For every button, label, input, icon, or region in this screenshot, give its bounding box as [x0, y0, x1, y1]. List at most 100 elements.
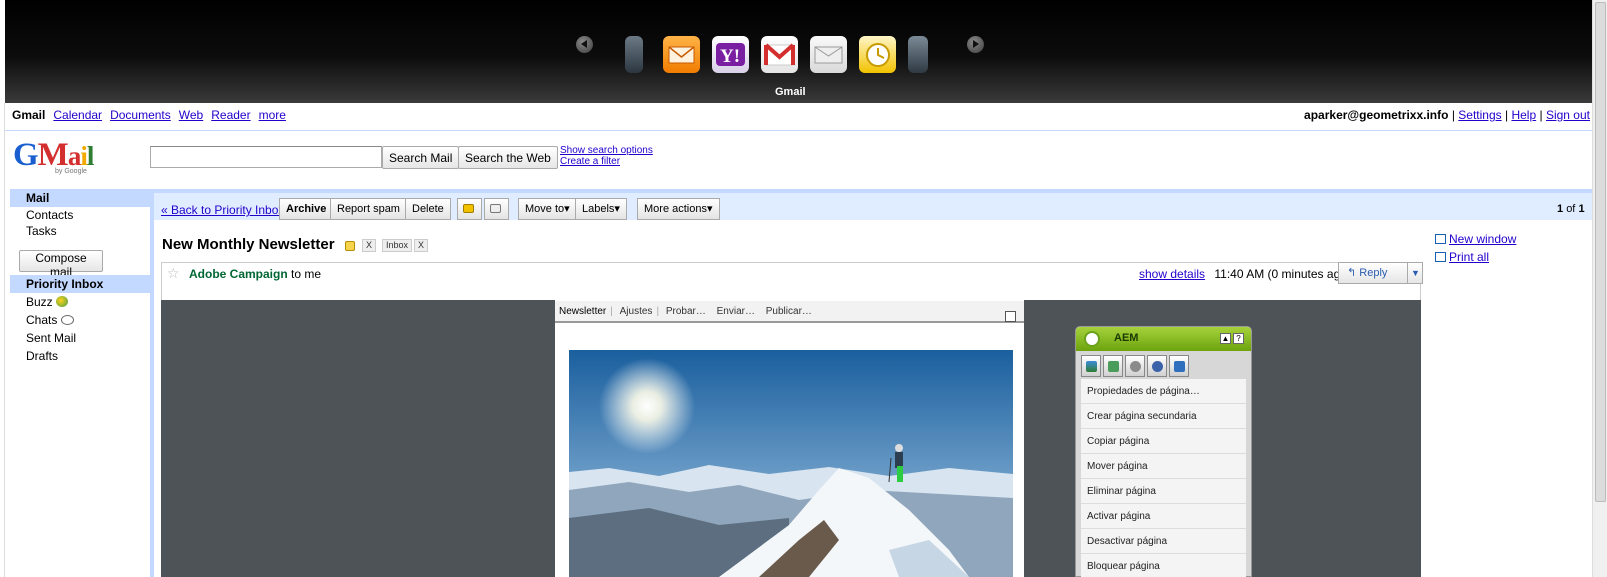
scrollbar-thumb[interactable] [1595, 2, 1606, 502]
reply-button[interactable]: ↰ Reply ▼ [1338, 262, 1423, 284]
page-icon [1086, 361, 1097, 372]
print-all-item[interactable]: Print all [1435, 248, 1516, 266]
vertical-scrollbar[interactable] [1592, 0, 1607, 577]
user-email: aparker@geometrixx.info [1304, 108, 1449, 122]
aem-item-move-page[interactable]: Mover página [1081, 454, 1246, 479]
show-details-link[interactable]: show details [1139, 267, 1205, 281]
sidebar-item-priority-inbox[interactable]: Priority Inbox [10, 275, 150, 293]
new-window-link[interactable]: New window [1449, 232, 1516, 246]
separator: | [1451, 108, 1455, 122]
sidebar-item-contacts[interactable]: Contacts [10, 207, 150, 223]
nav-divider [5, 130, 1592, 131]
search-input[interactable] [150, 146, 382, 168]
add-star-button[interactable] [457, 198, 482, 220]
mail-envelope-icon[interactable] [663, 36, 700, 73]
sidebar-item-buzz[interactable]: Buzz [10, 293, 150, 311]
carousel-next-button[interactable] [967, 36, 984, 53]
archive-button[interactable]: Archive [279, 198, 334, 220]
new-window-item[interactable]: New window [1435, 230, 1516, 248]
tab-ajustes[interactable]: Ajustes [616, 306, 657, 317]
separator: | [1504, 108, 1509, 122]
buzz-label: Buzz [26, 295, 53, 309]
labels-dropdown[interactable]: Labels▾ [575, 198, 627, 220]
sidebar-item-sent-mail[interactable]: Sent Mail [10, 329, 150, 347]
compose-mail-button[interactable]: Compose mail [19, 250, 103, 279]
reply-options-dropdown[interactable]: ▼ [1407, 263, 1423, 283]
nav-gmail: Gmail [12, 108, 46, 122]
star-icon[interactable]: ☆ [167, 265, 180, 282]
aem-item-activate-page[interactable]: Activar página [1081, 504, 1246, 529]
tab-publicar[interactable]: Publicar… [762, 306, 816, 317]
tab-enviar[interactable]: Enviar… [713, 306, 759, 317]
sign-out-link[interactable]: Sign out [1546, 108, 1590, 122]
nav-reader-link[interactable]: Reader [211, 108, 250, 122]
gmail-logo[interactable]: GMail by Google [13, 139, 94, 179]
important-marker-icon[interactable] [345, 241, 355, 251]
tab-sitemap[interactable] [1169, 355, 1189, 377]
pager: 1 of 1 [1557, 203, 1585, 215]
aem-item-lock-page[interactable]: Bloquear página [1081, 554, 1246, 577]
tab-workflow[interactable] [1125, 355, 1145, 377]
more-actions-dropdown[interactable]: More actions▾ [637, 198, 720, 220]
sidebar-item-tasks[interactable]: Tasks [10, 223, 150, 239]
collapse-icon[interactable]: ▲ [1220, 333, 1231, 344]
svg-text:Y!: Y! [720, 46, 740, 67]
print-all-link[interactable]: Print all [1449, 250, 1489, 264]
create-filter-link[interactable]: Create a filter [560, 156, 620, 167]
tab-probar[interactable]: Probar… [662, 306, 710, 317]
partial-app-icon[interactable] [625, 36, 643, 73]
aem-sidekick-panel[interactable]: AEM ▲ ? Propiedades de página… Crear pág… [1075, 326, 1252, 577]
search-web-button[interactable]: Search the Web [458, 146, 558, 169]
sender-name[interactable]: Adobe Campaign [189, 267, 288, 281]
aem-tabbar [1081, 355, 1246, 377]
aem-item-page-properties[interactable]: Propiedades de página… [1081, 379, 1246, 404]
yahoo-mail-icon[interactable]: Y! [712, 36, 749, 73]
printer-icon [1435, 252, 1446, 262]
tab-page[interactable] [1081, 355, 1101, 377]
aem-item-delete-page[interactable]: Eliminar página [1081, 479, 1246, 504]
nav-more-link[interactable]: more [259, 108, 286, 122]
move-to-dropdown[interactable]: Move to▾ [518, 198, 577, 220]
label-chip-inbox[interactable]: Inbox [382, 239, 413, 252]
message-subject: New Monthly Newsletter [162, 236, 335, 253]
sidebar-item-drafts[interactable]: Drafts [10, 347, 150, 365]
sidebar-item-mail[interactable]: Mail [10, 189, 150, 207]
label-chip-inbox-remove[interactable]: X [414, 239, 429, 252]
help-icon[interactable]: ? [1233, 333, 1244, 344]
buzz-icon [55, 296, 68, 307]
clock-mail-icon[interactable] [859, 36, 896, 73]
mark-unimportant-button[interactable] [484, 198, 509, 220]
carousel-prev-button[interactable] [576, 36, 593, 53]
minus-icon [490, 204, 501, 213]
settings-link[interactable]: Settings [1458, 108, 1501, 122]
nav-calendar-link[interactable]: Calendar [53, 108, 102, 122]
generic-mail-icon[interactable] [810, 36, 847, 73]
nav-documents-link[interactable]: Documents [110, 108, 171, 122]
partial-app-icon[interactable] [908, 36, 928, 73]
back-to-priority-inbox-link[interactable]: « Back to Priority Inbox [161, 203, 284, 217]
delete-button[interactable]: Delete [405, 198, 451, 220]
show-search-options-link[interactable]: Show search options [560, 145, 653, 156]
workflow-icon [1130, 361, 1141, 372]
tab-components[interactable] [1103, 355, 1123, 377]
aem-item-create-child-page[interactable]: Crear página secundaria [1081, 404, 1246, 429]
new-window-icon [1435, 234, 1446, 244]
pager-total: 1 [1578, 203, 1585, 215]
tab-versioning[interactable] [1147, 355, 1167, 377]
tab-newsletter[interactable]: Newsletter [555, 306, 610, 317]
newsletter-checkbox[interactable] [1005, 311, 1016, 322]
separator: | [1539, 108, 1543, 122]
help-link[interactable]: Help [1511, 108, 1536, 122]
gmail-icon[interactable] [761, 36, 798, 73]
search-options-links: Show search options Create a filter [560, 145, 653, 167]
nav-web-link[interactable]: Web [179, 108, 203, 122]
aem-header[interactable]: AEM ▲ ? [1076, 327, 1251, 351]
aem-item-deactivate-page[interactable]: Desactivar página [1081, 529, 1246, 554]
label-chip-remove[interactable]: X [362, 239, 377, 252]
report-spam-button[interactable]: Report spam [330, 198, 407, 220]
left-edge-gutter [0, 103, 5, 577]
aem-item-copy-page[interactable]: Copiar página [1081, 429, 1246, 454]
sidebar-item-chats[interactable]: Chats [10, 311, 150, 329]
search-mail-button[interactable]: Search Mail [382, 146, 460, 169]
user-bar: aparker@geometrixx.info | Settings | Hel… [1304, 108, 1590, 122]
